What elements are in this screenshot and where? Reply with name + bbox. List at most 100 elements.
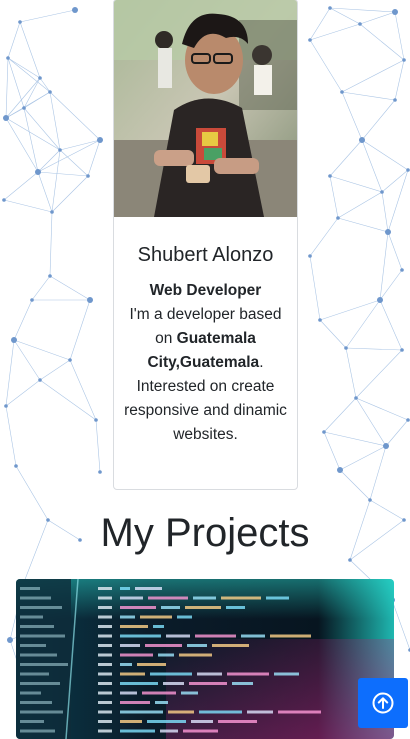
code-token [120, 729, 155, 733]
code-line-number [98, 720, 112, 723]
network-line [309, 23, 361, 41]
code-token [247, 710, 273, 714]
network-node [35, 169, 41, 175]
network-line [37, 149, 61, 173]
code-token [150, 672, 192, 676]
code-token [153, 625, 164, 628]
network-node [400, 268, 404, 272]
code-token [120, 634, 161, 638]
code-token [195, 634, 236, 638]
network-line [339, 469, 371, 501]
network-node [22, 106, 26, 110]
network-line [381, 169, 409, 193]
network-node [336, 216, 340, 220]
code-line-number [98, 691, 112, 695]
code-token [274, 672, 299, 676]
project-image[interactable] [16, 579, 394, 739]
code-line-number [98, 587, 112, 590]
code-token [20, 701, 52, 704]
code-token [20, 625, 54, 628]
network-node [94, 418, 98, 422]
code-token [20, 710, 63, 714]
code-token [20, 615, 43, 619]
network-line [309, 217, 339, 257]
network-line [7, 57, 51, 93]
code-line-number [98, 606, 112, 609]
code-token [226, 606, 245, 609]
projects-title: My Projects [100, 511, 310, 555]
network-node [377, 297, 383, 303]
project-card[interactable] [16, 579, 394, 739]
network-line [49, 211, 53, 277]
network-line [37, 171, 89, 177]
code-token [181, 691, 198, 695]
code-token [20, 587, 40, 590]
network-line [69, 299, 91, 361]
network-line [31, 275, 51, 301]
network-line [49, 275, 91, 301]
network-line [13, 299, 33, 341]
network-node [2, 198, 6, 202]
network-line [341, 91, 363, 141]
network-node [406, 418, 410, 422]
code-token [135, 587, 162, 590]
network-line [329, 7, 361, 25]
network-node [337, 467, 343, 473]
code-line-number [98, 729, 112, 733]
network-line [5, 57, 9, 119]
network-line [379, 299, 403, 351]
profile-name: Shubert Alonzo [137, 244, 274, 266]
network-node [328, 6, 332, 10]
network-node [3, 115, 9, 121]
code-token [120, 682, 158, 685]
code-token [241, 634, 265, 638]
network-line [309, 39, 343, 93]
profile-role: Web Developer [149, 282, 262, 299]
network-line [5, 379, 41, 407]
code-token [189, 682, 227, 685]
code-token [120, 587, 130, 590]
network-line [5, 77, 41, 119]
network-line [3, 171, 39, 201]
code-token [20, 720, 44, 723]
code-token [199, 710, 242, 714]
network-node [38, 378, 42, 382]
network-line [391, 599, 410, 651]
network-line [394, 59, 405, 101]
network-node [48, 274, 52, 278]
network-line [329, 175, 383, 193]
code-token [20, 644, 46, 647]
network-node [97, 137, 103, 143]
network-line [7, 57, 41, 79]
code-token [177, 615, 192, 619]
code-token [20, 663, 68, 666]
network-line [379, 231, 389, 301]
network-line [359, 23, 405, 61]
code-token [20, 653, 57, 657]
network-line [13, 339, 71, 361]
network-node [7, 637, 13, 643]
network-line [345, 347, 403, 351]
network-line [319, 299, 381, 321]
network-node [86, 174, 90, 178]
network-node [87, 297, 93, 303]
network-line [13, 339, 41, 381]
code-line-number [98, 653, 112, 657]
network-node [358, 22, 362, 26]
code-token [20, 606, 62, 609]
network-node [348, 558, 352, 562]
code-line-number [98, 682, 112, 685]
code-token [270, 634, 311, 638]
network-line [329, 7, 396, 13]
code-token [120, 596, 143, 600]
code-token [120, 644, 140, 647]
scroll-to-top-button[interactable] [358, 678, 408, 728]
network-node [328, 174, 332, 178]
network-line [359, 11, 396, 25]
network-line [7, 57, 25, 109]
code-token [140, 615, 172, 619]
code-token [20, 596, 51, 600]
network-node [359, 137, 365, 143]
code-token [120, 701, 150, 704]
network-line [337, 217, 389, 233]
